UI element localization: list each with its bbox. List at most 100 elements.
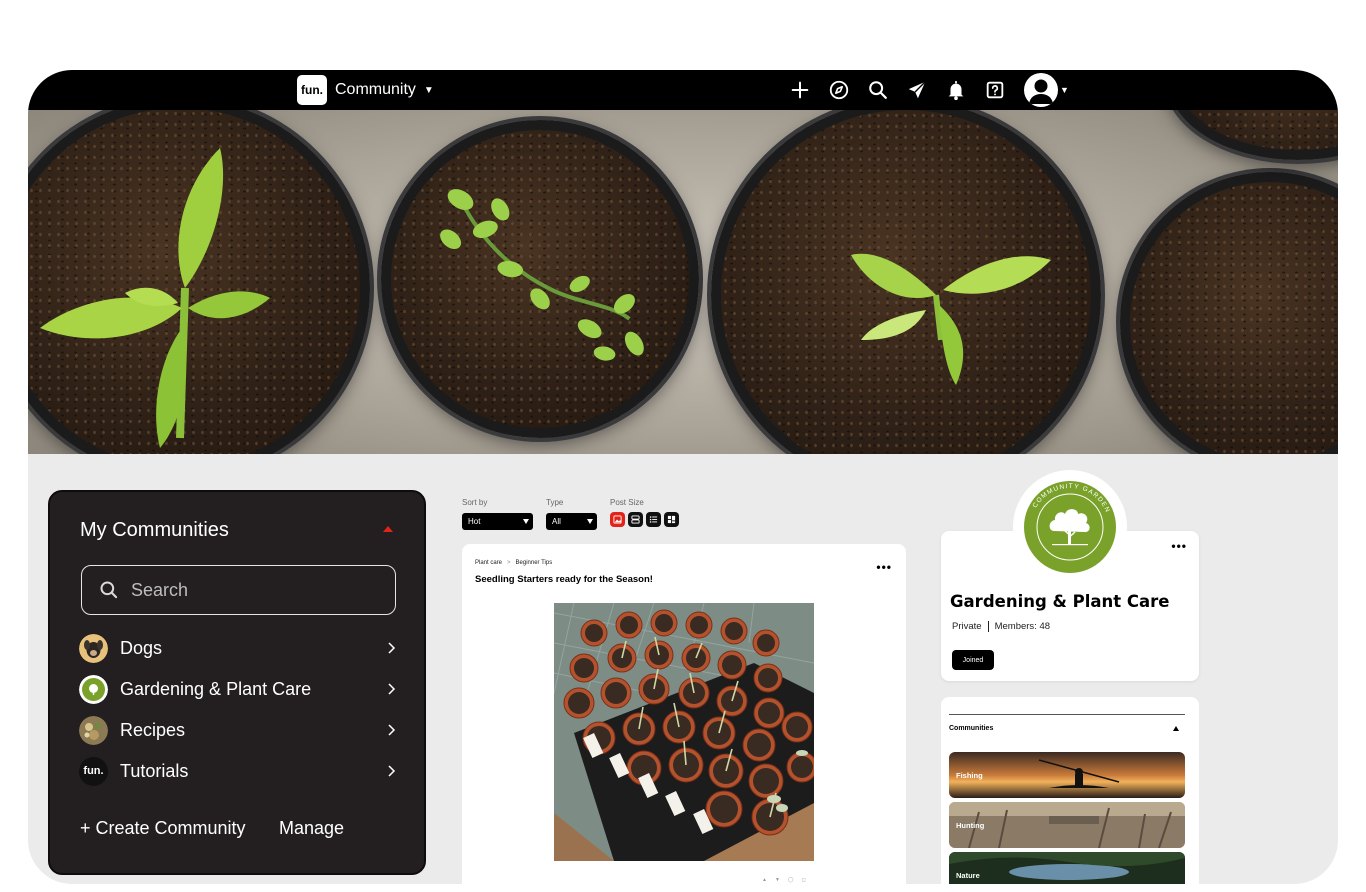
user-avatar-icon — [1024, 73, 1058, 107]
community-tile-label: Fishing — [956, 771, 983, 780]
post-image[interactable] — [554, 603, 814, 861]
nature-photo — [949, 852, 1185, 884]
communities-title: Communities — [949, 725, 994, 732]
nav-icons: ▼ — [788, 70, 1069, 110]
dog-avatar — [79, 633, 108, 663]
garden-avatar — [79, 674, 108, 704]
plant-pot — [1120, 172, 1338, 454]
seedling-icon — [851, 253, 1051, 385]
type-value: All — [552, 517, 561, 526]
post-category[interactable]: Plant care — [475, 560, 502, 566]
chevron-right-icon — [388, 683, 396, 695]
plant-pot — [711, 110, 1101, 454]
community-tile-label: Hunting — [956, 821, 985, 830]
community-label: Gardening & Plant Care — [120, 678, 312, 699]
search-icon[interactable] — [866, 78, 890, 102]
type-label: Type — [546, 498, 564, 507]
app-frame: fun. Community ▼ ▼ My Communities Search… — [28, 70, 1338, 884]
community-item-tutorials[interactable]: fun. Tutorials — [79, 756, 396, 786]
more-options-icon[interactable]: ••• — [1171, 539, 1187, 553]
community-switcher[interactable]: fun. Community ▼ — [297, 75, 434, 105]
group-name: Gardening & Plant Care — [950, 592, 1170, 611]
community-search[interactable] — [81, 565, 396, 615]
search-icon — [100, 581, 118, 599]
more-options-icon[interactable]: ••• — [876, 560, 892, 574]
community-label: Tutorials — [120, 760, 189, 781]
tutorials-avatar: fun. — [79, 756, 108, 786]
chevron-right-icon — [388, 642, 396, 654]
caret-down-icon: ▼ — [1060, 85, 1069, 95]
hunting-photo — [949, 802, 1185, 848]
breadcrumb-separator-icon: > — [507, 560, 511, 566]
seedling-icon — [440, 189, 644, 361]
bookmark-icon[interactable]: ◻ — [802, 877, 806, 883]
caret-down-icon — [523, 519, 529, 524]
create-community-button[interactable]: + Create Community — [80, 818, 246, 839]
community-garden-logo: COMMUNITY GARDEN — [1024, 481, 1116, 573]
caret-down-icon: ▼ — [423, 84, 434, 96]
community-item-recipes[interactable]: Recipes — [79, 715, 396, 745]
card-size-icon[interactable] — [628, 512, 643, 527]
plus-icon[interactable] — [788, 78, 812, 102]
top-navbar: fun. Community ▼ ▼ — [28, 70, 1338, 110]
community-label: Recipes — [120, 719, 186, 740]
list-size-icon[interactable] — [646, 512, 661, 527]
collapse-toggle-icon[interactable] — [383, 526, 393, 532]
sort-select[interactable]: Hot — [462, 513, 533, 530]
send-icon[interactable] — [905, 78, 929, 102]
meta-divider — [987, 621, 989, 632]
caret-down-icon — [587, 519, 593, 524]
plant-pot — [381, 120, 699, 438]
user-menu[interactable]: ▼ — [1024, 73, 1069, 107]
post-card[interactable]: Plant care > Beginner Tips Seedling Star… — [462, 544, 906, 884]
sort-value: Hot — [468, 517, 481, 526]
help-icon[interactable] — [983, 78, 1007, 102]
chevron-right-icon — [388, 765, 396, 777]
upvote-icon[interactable]: ▲ — [762, 877, 767, 883]
post-subcategory[interactable]: Beginner Tips — [516, 560, 553, 566]
collapse-toggle-icon[interactable] — [1173, 726, 1179, 731]
plant-pot — [1168, 110, 1338, 160]
image-size-icon[interactable] — [610, 512, 625, 527]
manage-button[interactable]: Manage — [279, 818, 344, 839]
sort-label: Sort by — [462, 498, 488, 507]
plant-pot — [28, 110, 370, 454]
community-label: Dogs — [120, 637, 163, 658]
hero-banner — [28, 110, 1338, 454]
joined-button[interactable]: Joined — [952, 650, 994, 670]
community-tile-fishing[interactable]: Fishing — [949, 752, 1185, 798]
post-breadcrumb: Plant care > Beginner Tips — [475, 560, 552, 566]
avatar-text: fun. — [83, 765, 104, 777]
community-tile-hunting[interactable]: Hunting — [949, 802, 1185, 848]
recipes-avatar — [79, 715, 108, 745]
brand-name: Community — [335, 81, 416, 98]
grid-size-icon[interactable] — [664, 512, 679, 527]
community-tile-label: Nature — [956, 871, 980, 880]
my-communities-panel: My Communities Dogs Gardening & Plant Ca… — [48, 490, 426, 875]
bell-icon[interactable] — [944, 78, 968, 102]
fishing-photo — [949, 752, 1185, 798]
group-meta: Private Members: 48 — [952, 621, 1050, 632]
compass-icon[interactable] — [827, 78, 851, 102]
chevron-right-icon — [388, 724, 396, 736]
type-select[interactable]: All — [546, 513, 597, 530]
communities-panel: Communities Fishing Hunting Nature — [941, 697, 1199, 884]
community-tile-nature[interactable]: Nature — [949, 852, 1185, 884]
comment-icon[interactable]: ◯ — [788, 877, 794, 883]
search-input[interactable] — [131, 579, 381, 601]
divider — [949, 714, 1185, 715]
post-title[interactable]: Seedling Starters ready for the Season! — [475, 574, 653, 585]
seedling-icon — [40, 148, 270, 448]
group-logo: COMMUNITY GARDEN — [1013, 470, 1127, 584]
group-members: Members: 48 — [994, 621, 1051, 632]
community-item-gardening[interactable]: Gardening & Plant Care — [79, 674, 396, 704]
post-size-label: Post Size — [610, 498, 644, 507]
group-privacy: Private — [952, 621, 982, 632]
panel-title: My Communities — [80, 519, 229, 541]
post-actions: ▲ ▼ ◯ ◻ — [762, 877, 806, 883]
post-size-options — [610, 512, 679, 527]
community-item-dogs[interactable]: Dogs — [79, 633, 396, 663]
brand-logo: fun. — [297, 75, 327, 105]
seedling-tray-photo — [554, 603, 814, 861]
downvote-icon[interactable]: ▼ — [775, 877, 780, 883]
